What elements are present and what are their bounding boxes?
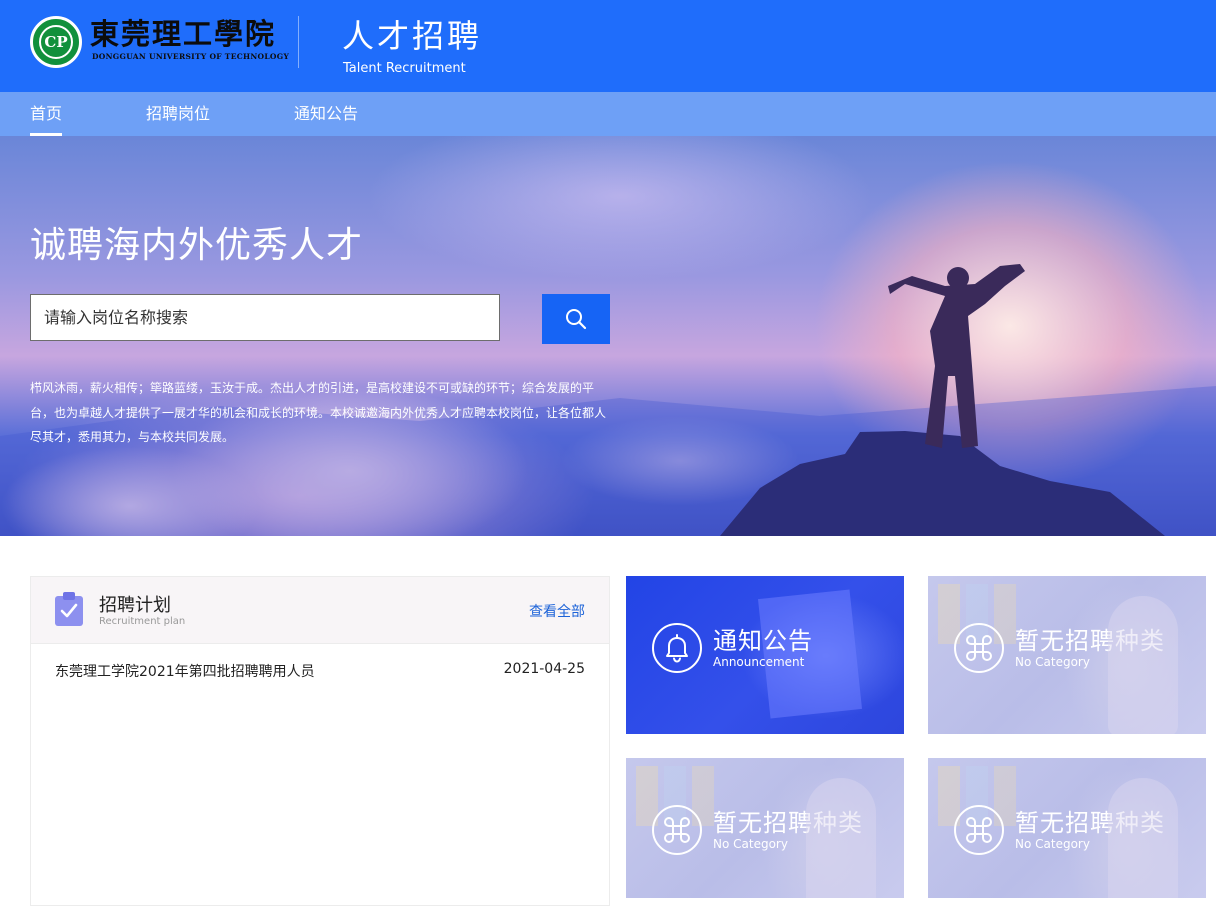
category-card[interactable]: 暂无招聘种类 No Category	[928, 758, 1206, 898]
hero-banner: 诚聘海内外优秀人才 栉风沐雨，薪火相传；筚路蓝缕，玉汝于成。杰出人才的引进，是高…	[0, 136, 1216, 536]
site-subtitle: Talent Recruitment	[343, 61, 466, 76]
recruitment-plan-subtitle: Recruitment plan	[99, 616, 186, 627]
banner-headline: 诚聘海内外优秀人才	[30, 225, 364, 266]
banner-description: 栉风沐雨，薪火相传；筚路蓝缕，玉汝于成。杰出人才的引进，是高校建设不可或缺的环节…	[30, 381, 607, 444]
announcement-card[interactable]: 通知公告 Announcement	[626, 576, 904, 734]
list-item-title[interactable]: 东莞理工学院2021年第四批招聘聘用人员	[55, 661, 315, 681]
recruitment-plan-header: 招聘计划 Recruitment plan 查看全部	[31, 577, 609, 644]
announcement-card-subtitle: Announcement	[713, 655, 805, 669]
category-card-subtitle: No Category	[713, 837, 788, 851]
header-divider	[298, 16, 299, 68]
university-emblem-icon: CP	[30, 16, 82, 68]
category-card[interactable]: 暂无招聘种类 No Category	[626, 758, 904, 898]
search-button[interactable]	[542, 294, 610, 344]
view-all-link[interactable]: 查看全部	[529, 601, 585, 621]
command-icon	[652, 805, 702, 855]
university-logo[interactable]: CP 東莞理工學院 DONGGUAN UNIVERSITY OF TECHNOL…	[30, 14, 289, 70]
nav-item-positions[interactable]: 招聘岗位	[146, 92, 210, 136]
recruitment-plan-title: 招聘计划	[99, 595, 171, 616]
command-icon	[954, 805, 1004, 855]
category-card-title: 暂无招聘种类	[713, 809, 863, 837]
search-icon	[566, 309, 587, 330]
list-item-date: 2021-04-25	[503, 661, 585, 677]
category-card-title: 暂无招聘种类	[1015, 627, 1165, 655]
category-card-subtitle: No Category	[1015, 837, 1090, 851]
category-card-title: 暂无招聘种类	[1015, 809, 1165, 837]
logo-chinese-name: 東莞理工學院	[90, 17, 277, 51]
list-item[interactable]: 东莞理工学院2021年第四批招聘聘用人员 2021-04-25	[31, 661, 609, 685]
main-nav: 首页 招聘岗位 通知公告	[0, 92, 1216, 136]
site-header: CP 東莞理工學院 DONGGUAN UNIVERSITY OF TECHNOL…	[0, 0, 1216, 92]
announcement-card-title: 通知公告	[713, 627, 813, 655]
category-card-subtitle: No Category	[1015, 655, 1090, 669]
category-card[interactable]: 暂无招聘种类 No Category	[928, 576, 1206, 734]
logo-english-name: DONGGUAN UNIVERSITY OF TECHNOLOGY	[92, 52, 290, 61]
command-icon	[954, 623, 1004, 673]
bell-icon	[652, 623, 702, 673]
site-title: 人才招聘	[342, 17, 483, 55]
nav-item-announcements[interactable]: 通知公告	[294, 92, 358, 136]
recruitment-plan-panel: 招聘计划 Recruitment plan 查看全部 东莞理工学院2021年第四…	[30, 576, 610, 906]
nav-item-home[interactable]: 首页	[30, 92, 63, 136]
clipboard-check-icon	[55, 592, 83, 626]
position-search-input[interactable]	[30, 294, 500, 341]
